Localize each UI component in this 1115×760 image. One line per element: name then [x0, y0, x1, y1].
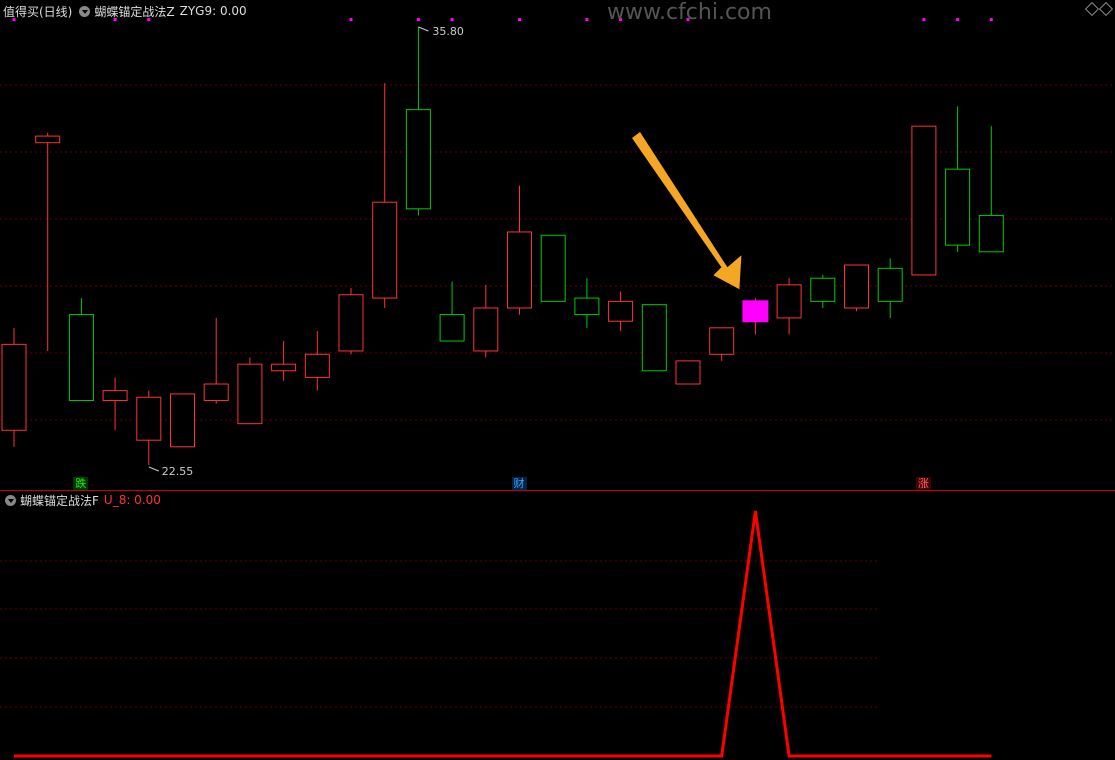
signal-label-zhang: 涨: [915, 477, 931, 490]
arrow-shape: [632, 132, 742, 290]
watermark: www.cfchi.com: [607, 0, 772, 25]
low-price-label: 22.55: [162, 465, 194, 478]
candle-body: [776, 284, 802, 319]
candle-body: [844, 264, 869, 309]
signal-dot: [416, 18, 420, 21]
signal-dot: [349, 18, 353, 21]
high-pointer: [418, 26, 429, 32]
annotation-arrow: [632, 132, 742, 290]
signal-dot: [450, 18, 454, 21]
candle-body: [608, 300, 634, 322]
candle-body: [68, 314, 94, 402]
sub-indicator-name[interactable]: 蝴蝶锚定战法F: [20, 492, 99, 509]
stock-title: 值得买(日线): [3, 4, 73, 19]
candle-body: [271, 363, 297, 372]
signal-label-die: 跌: [73, 477, 89, 490]
candle-body: [1, 343, 27, 431]
u8-line-series: [14, 510, 992, 758]
candle-body: [473, 307, 499, 352]
candle-body: [338, 294, 364, 352]
price-labels: 35.80 22.55: [148, 25, 464, 478]
signal-dot: [989, 18, 993, 21]
signal-dot: [956, 18, 960, 21]
signal-dot: [922, 18, 926, 21]
candle-body: [507, 231, 532, 309]
sub-panel-header: 蝴蝶锚定战法F U_8: 0.00: [3, 491, 166, 509]
candle-body: [237, 363, 263, 425]
signal-label-cai: 财: [511, 477, 527, 490]
candle-body: [911, 125, 937, 276]
candle-body: [136, 396, 162, 441]
candle-body: [372, 201, 398, 299]
indicator-name[interactable]: 蝴蝶锚定战法Z: [94, 3, 174, 20]
highlight-candle: [742, 300, 769, 323]
sub-indicator-value: U_8: 0.00: [103, 493, 161, 507]
candle-body: [810, 277, 836, 302]
chevron-down-icon[interactable]: [5, 494, 16, 506]
candle-body: [675, 360, 701, 385]
chevron-down-icon[interactable]: [79, 5, 91, 17]
u8-line: [14, 510, 992, 758]
candle-body: [945, 168, 971, 246]
signal-dot: [518, 18, 521, 21]
candle-body: [35, 135, 61, 144]
candle-body: [877, 267, 903, 302]
chart-canvas: 35.80 22.55: [0, 18, 1115, 758]
candle-body: [978, 214, 1004, 253]
signal-dot: [585, 18, 589, 21]
low-pointer: [148, 466, 159, 472]
candle-body: [405, 109, 431, 210]
candle-body: [439, 314, 465, 342]
candle-body: [574, 297, 600, 316]
indicator-value: ZYG9: 0.00: [179, 4, 247, 18]
candle-body: [102, 390, 128, 402]
candle-body: [540, 234, 566, 302]
candlestick-series: [1, 27, 1004, 465]
candle-body: [709, 327, 735, 355]
main-panel-header: 值得买(日线) 蝴蝶锚定战法Z ZYG9: 0.00: [3, 2, 252, 20]
candle-body: [641, 304, 667, 372]
candle-body: [170, 393, 195, 448]
candle-body: [203, 383, 229, 402]
candle-body: [304, 353, 330, 378]
high-price-label: 35.80: [432, 25, 464, 38]
